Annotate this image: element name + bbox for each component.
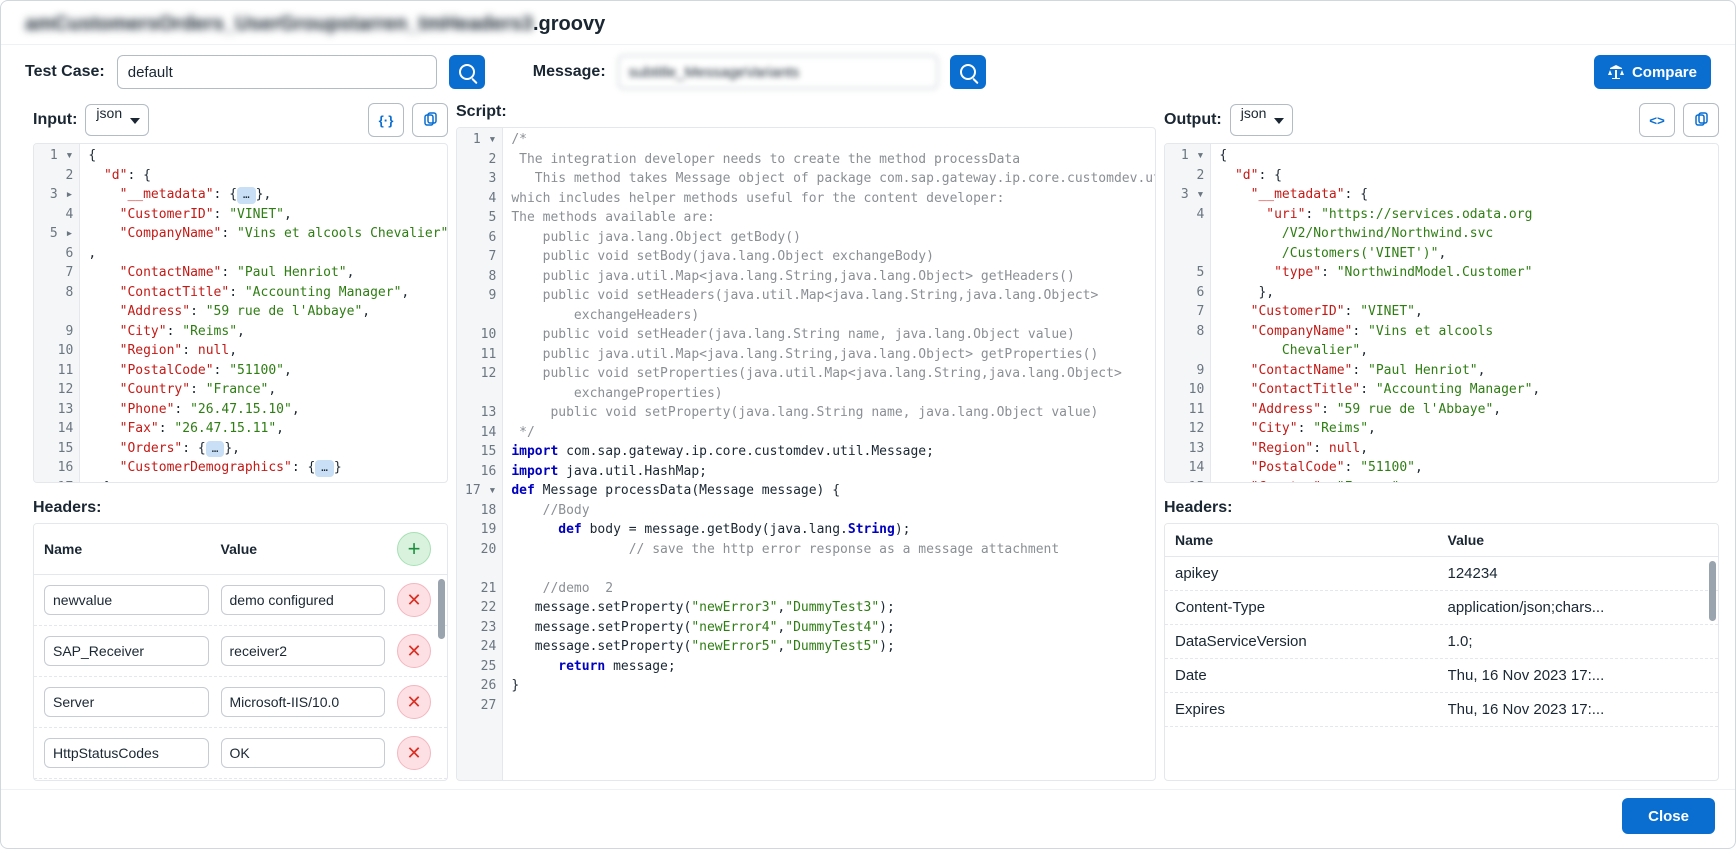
table-row: ✕ bbox=[34, 677, 447, 728]
delete-header-button[interactable]: ✕ bbox=[397, 736, 431, 770]
braces-icon: {·} bbox=[379, 113, 394, 128]
input-headers-body[interactable]: ✕ ✕ ✕ ✕ ✕ bbox=[34, 575, 447, 780]
delete-header-button[interactable]: ✕ bbox=[397, 685, 431, 719]
header-name-input[interactable] bbox=[44, 636, 209, 666]
output-copy-button[interactable] bbox=[1683, 103, 1719, 137]
input-copy-button[interactable] bbox=[412, 103, 448, 137]
input-headers-name-col: Name bbox=[44, 541, 209, 557]
output-headers-section: Headers: Name Value apikey 124234 Content-… bbox=[1164, 493, 1719, 781]
input-headers-value-col: Value bbox=[221, 541, 386, 557]
table-row: apikey 124234 bbox=[1165, 557, 1718, 591]
scale-icon bbox=[1608, 64, 1624, 80]
compare-label: Compare bbox=[1632, 64, 1697, 81]
header-value-input[interactable] bbox=[221, 585, 386, 615]
header-value: Thu, 16 Nov 2023 17:... bbox=[1448, 701, 1709, 718]
message-label: Message: bbox=[533, 63, 606, 81]
output-headers-head: Name Value bbox=[1165, 524, 1718, 557]
toolbar: Test Case: Message: Compare bbox=[1, 45, 1735, 99]
add-header-button[interactable]: + bbox=[397, 532, 431, 566]
header-value: 124234 bbox=[1448, 565, 1709, 582]
input-editor[interactable]: 1 ▾ 2 3 ▸ 4 5 ▸ 6 7 8 9 10 11 12 13 14 1… bbox=[33, 143, 448, 483]
table-row: Expires Thu, 16 Nov 2023 17:... bbox=[1165, 693, 1718, 727]
search-icon bbox=[960, 64, 976, 80]
columns: Input: json {·} 1 ▾ 2 3 ▸ 4 5 ▸ 6 7 8 9 … bbox=[1, 99, 1735, 789]
header-name: apikey bbox=[1175, 565, 1436, 582]
input-headers-label: Headers: bbox=[33, 493, 448, 523]
output-headers-name-col: Name bbox=[1175, 532, 1436, 548]
header-name-input[interactable] bbox=[44, 738, 209, 768]
script-editor[interactable]: 1 ▾ 2 3 4 5 6 7 8 9 10 11 12 13 14 15 16… bbox=[456, 127, 1156, 781]
test-case-label: Test Case: bbox=[25, 63, 105, 81]
script-label: Script: bbox=[456, 103, 507, 121]
output-column: Output: json <> 1 ▾ 2 3 ▾ 4 5 6 7 8 9 10… bbox=[1164, 99, 1719, 781]
compare-button[interactable]: Compare bbox=[1594, 55, 1711, 89]
input-format-select[interactable]: json bbox=[85, 104, 149, 136]
title-suffix: .groovy bbox=[533, 13, 605, 35]
header-name: Date bbox=[1175, 667, 1436, 684]
table-row: ✕ bbox=[34, 626, 447, 677]
table-row: Content-Type application/json;chars... bbox=[1165, 591, 1718, 625]
input-column: Input: json {·} 1 ▾ 2 3 ▸ 4 5 ▸ 6 7 8 9 … bbox=[33, 99, 448, 781]
script-header: Script: bbox=[456, 99, 1156, 127]
test-case-input[interactable] bbox=[117, 55, 437, 89]
output-headers-value-col: Value bbox=[1448, 532, 1709, 548]
header-name-input[interactable] bbox=[44, 585, 209, 615]
header-value: application/json;chars... bbox=[1448, 599, 1709, 616]
close-label: Close bbox=[1648, 808, 1689, 825]
close-button[interactable]: Close bbox=[1622, 798, 1715, 834]
message-input[interactable] bbox=[618, 55, 938, 89]
output-header: Output: json <> bbox=[1164, 99, 1719, 143]
header-value: Thu, 16 Nov 2023 17:... bbox=[1448, 667, 1709, 684]
input-gutter: 1 ▾ 2 3 ▸ 4 5 ▸ 6 7 8 9 10 11 12 13 14 1… bbox=[34, 144, 80, 482]
output-gutter: 1 ▾ 2 3 ▾ 4 5 6 7 8 9 10 11 12 13 14 15 … bbox=[1165, 144, 1211, 482]
table-row: Date Thu, 16 Nov 2023 17:... bbox=[1165, 659, 1718, 693]
input-format-value: json bbox=[96, 105, 122, 121]
output-headers-body[interactable]: apikey 124234 Content-Type application/json… bbox=[1165, 557, 1718, 780]
test-case-search-button[interactable] bbox=[449, 55, 485, 89]
output-format-value: json bbox=[1241, 105, 1267, 121]
header-value: 1.0; bbox=[1448, 633, 1709, 650]
input-headers-section: Headers: Name Value + ✕ ✕ ✕ ✕ ✕ bbox=[33, 493, 448, 781]
header-value-input[interactable] bbox=[221, 738, 386, 768]
copy-icon bbox=[422, 112, 438, 128]
header-value-input[interactable] bbox=[221, 636, 386, 666]
output-headers-table: Name Value apikey 124234 Content-Type appli… bbox=[1164, 523, 1719, 781]
input-headers-table: Name Value + ✕ ✕ ✕ ✕ ✕ bbox=[33, 523, 448, 781]
dialog: amCustomersOrders_UserGroupstarren_tmHea… bbox=[0, 0, 1736, 849]
input-label: Input: bbox=[33, 111, 77, 129]
input-braces-button[interactable]: {·} bbox=[368, 103, 404, 137]
output-code[interactable]: { "d": { "__metadata": { "uri": "https:/… bbox=[1211, 144, 1718, 482]
search-icon bbox=[459, 64, 475, 80]
script-column: Script: 1 ▾ 2 3 4 5 6 7 8 9 10 11 12 13 … bbox=[456, 99, 1156, 781]
table-row: ✕ bbox=[34, 779, 447, 780]
output-headers-label: Headers: bbox=[1164, 493, 1719, 523]
expand-icon: <> bbox=[1649, 113, 1665, 128]
header-name-input[interactable] bbox=[44, 687, 209, 717]
output-expand-button[interactable]: <> bbox=[1639, 103, 1675, 137]
title-blurred: amCustomersOrders_UserGroupstarren_tmHea… bbox=[25, 13, 533, 36]
input-headers-head: Name Value + bbox=[34, 524, 447, 575]
output-format-select[interactable]: json bbox=[1230, 104, 1294, 136]
scrollbar[interactable] bbox=[1709, 561, 1716, 621]
header-value-input[interactable] bbox=[221, 687, 386, 717]
input-header: Input: json {·} bbox=[33, 99, 448, 143]
table-row: DataServiceVersion 1.0; bbox=[1165, 625, 1718, 659]
dialog-title: amCustomersOrders_UserGroupstarren_tmHea… bbox=[1, 1, 1735, 45]
script-gutter: 1 ▾ 2 3 4 5 6 7 8 9 10 11 12 13 14 15 16… bbox=[457, 128, 503, 780]
header-name: Expires bbox=[1175, 701, 1436, 718]
header-name: Content-Type bbox=[1175, 599, 1436, 616]
message-search-button[interactable] bbox=[950, 55, 986, 89]
delete-header-button[interactable]: ✕ bbox=[397, 634, 431, 668]
scrollbar[interactable] bbox=[438, 579, 445, 639]
output-label: Output: bbox=[1164, 111, 1222, 129]
table-row: ✕ bbox=[34, 575, 447, 626]
dialog-footer: Close bbox=[1, 789, 1735, 848]
input-code[interactable]: { "d": { "__metadata": {…}, "CustomerID"… bbox=[80, 144, 447, 482]
table-row: ✕ bbox=[34, 728, 447, 779]
copy-icon bbox=[1693, 112, 1709, 128]
delete-header-button[interactable]: ✕ bbox=[397, 583, 431, 617]
output-editor[interactable]: 1 ▾ 2 3 ▾ 4 5 6 7 8 9 10 11 12 13 14 15 … bbox=[1164, 143, 1719, 483]
script-code[interactable]: /* The integration developer needs to cr… bbox=[503, 128, 1155, 780]
header-name: DataServiceVersion bbox=[1175, 633, 1436, 650]
